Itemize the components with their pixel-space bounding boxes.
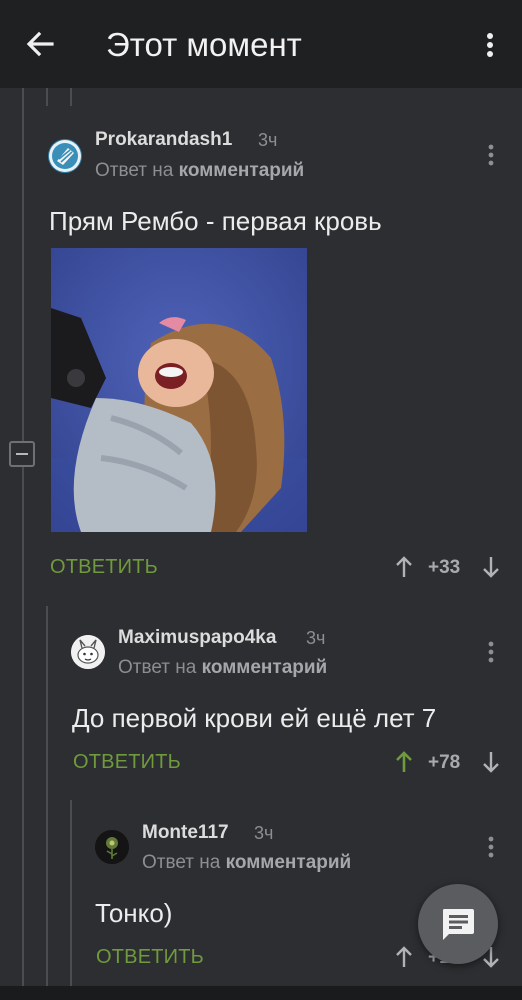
- thread-line: [70, 88, 72, 106]
- comment-time: 3ч: [254, 823, 274, 843]
- add-comment-button[interactable]: [418, 884, 498, 964]
- comment-image[interactable]: [51, 248, 307, 532]
- reply-prefix: Ответ на: [142, 852, 221, 873]
- reply-target-link[interactable]: комментарий: [226, 852, 352, 873]
- avatar[interactable]: [95, 830, 129, 864]
- comment-icon: [443, 909, 474, 940]
- upvote-arrow-icon[interactable]: [395, 945, 413, 969]
- reply-prefix: Ответ на: [118, 657, 197, 678]
- bottom-bar: [0, 986, 522, 1000]
- downvote-arrow-icon[interactable]: [482, 555, 500, 579]
- reply-button[interactable]: ОТВЕТИТЬ: [96, 946, 204, 969]
- page-title: Этот момент: [106, 26, 302, 63]
- reply-to-line[interactable]: Ответ на комментарий: [118, 657, 327, 679]
- thread-line: [46, 88, 48, 106]
- avatar[interactable]: [71, 635, 105, 669]
- downvote-arrow-icon[interactable]: [482, 750, 500, 774]
- comment-username[interactable]: Prokarandash1: [95, 129, 232, 151]
- comment-text: Тонко): [95, 898, 173, 928]
- thread-line: [22, 88, 24, 986]
- avatar[interactable]: [48, 139, 82, 173]
- comment-username[interactable]: Maximuspapo4ka: [118, 627, 276, 649]
- reply-to-line[interactable]: Ответ на комментарий: [95, 160, 304, 182]
- app-bar: Этот момент: [0, 0, 522, 88]
- comment-time: 3ч: [258, 130, 278, 150]
- reply-prefix: Ответ на: [95, 160, 174, 181]
- comment-time: 3ч: [306, 628, 326, 648]
- comment-text: Прям Рембо - первая кровь: [49, 206, 382, 236]
- thread-line: [70, 800, 72, 986]
- more-vertical-icon[interactable]: [478, 30, 502, 60]
- thread-line: [46, 606, 48, 986]
- reply-button[interactable]: ОТВЕТИТЬ: [50, 556, 158, 579]
- upvote-arrow-icon[interactable]: [395, 750, 413, 774]
- reply-target-link[interactable]: комментарий: [202, 657, 328, 678]
- comment-text: До первой крови ей ещё лет 7: [72, 703, 437, 733]
- comment-score: +78: [428, 752, 461, 773]
- collapse-thread-button[interactable]: [9, 441, 35, 467]
- upvote-arrow-icon[interactable]: [395, 555, 413, 579]
- arrow-left-icon[interactable]: [22, 26, 58, 62]
- comment-username[interactable]: Monte117: [142, 822, 229, 844]
- reply-to-line[interactable]: Ответ на комментарий: [142, 852, 351, 874]
- comment-score: +33: [428, 557, 461, 578]
- more-vertical-icon[interactable]: [486, 640, 496, 664]
- reply-target-link[interactable]: комментарий: [179, 160, 305, 181]
- reply-button[interactable]: ОТВЕТИТЬ: [73, 751, 181, 774]
- more-vertical-icon[interactable]: [486, 143, 496, 167]
- more-vertical-icon[interactable]: [486, 835, 496, 859]
